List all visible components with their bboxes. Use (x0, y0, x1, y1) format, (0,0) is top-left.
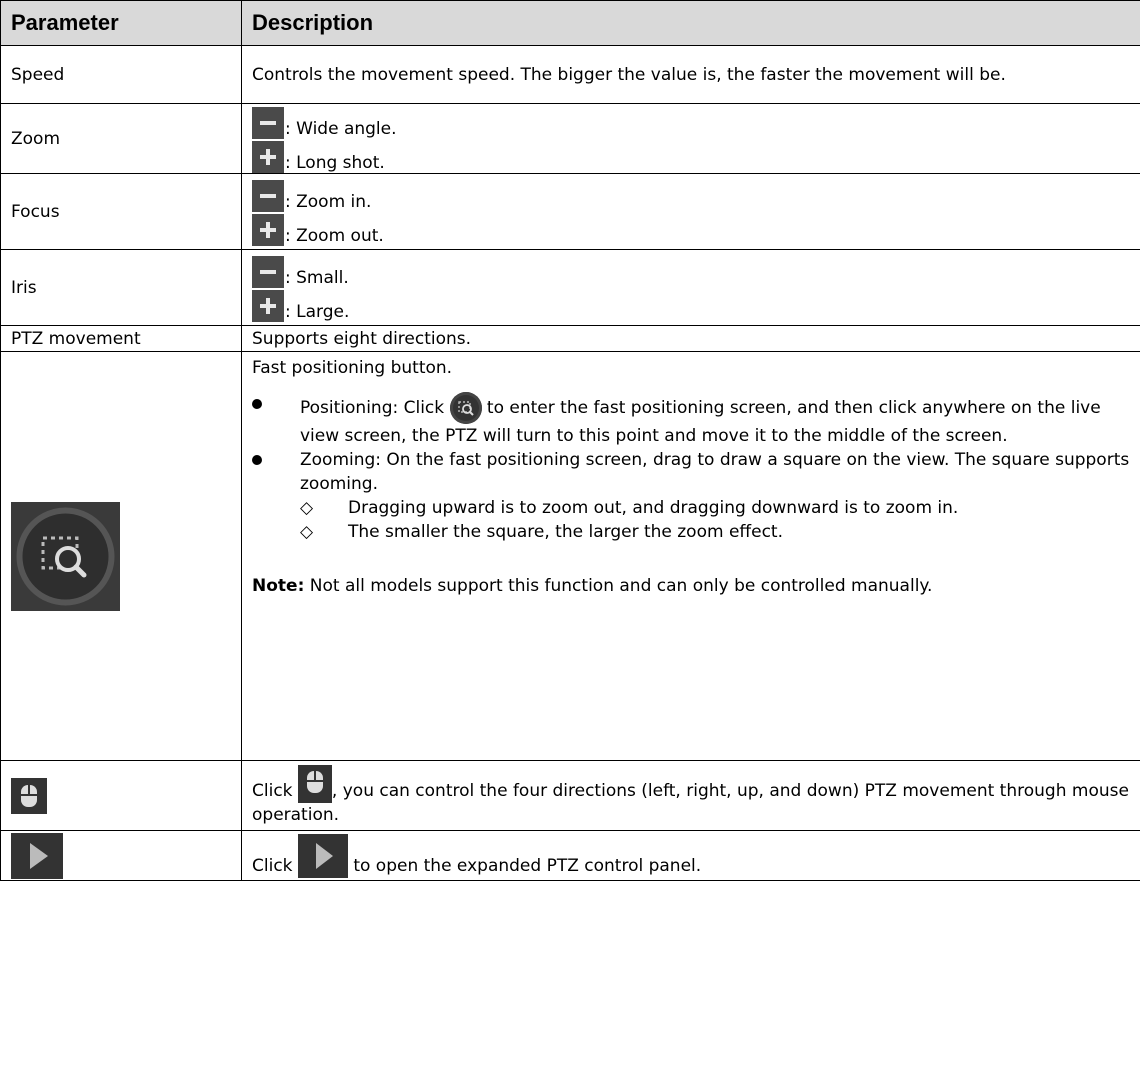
focus-plus-line: : Zoom out. (252, 212, 1132, 246)
param-ptz-movement: PTZ movement (0, 325, 242, 352)
expand-pre: Click (252, 855, 293, 876)
param-speed: Speed (0, 45, 242, 104)
param-fast-positioning (0, 351, 242, 761)
fast-note: Note: Not all models support this functi… (252, 574, 1132, 598)
param-focus: Focus (0, 173, 242, 250)
expand-arrow-icon (11, 832, 63, 879)
zoom-minus-line: : Wide angle. (252, 105, 1132, 139)
table-header-row: Parameter Description (0, 0, 1140, 46)
iris-minus-text: : Small. (285, 267, 349, 288)
plus-icon (252, 140, 284, 173)
diamond-bullet-icon: ◇ (300, 498, 314, 518)
iris-minus-line: : Small. (252, 254, 1132, 288)
zoom-plus-line: : Long shot. (252, 139, 1132, 173)
zooming-text: Zooming: On the fast positioning screen,… (300, 450, 1130, 494)
list-item: ◇ The smaller the square, the larger the… (300, 520, 1132, 544)
param-iris: Iris (0, 249, 242, 326)
sub-item-2: The smaller the square, the larger the z… (348, 522, 783, 542)
minus-icon (252, 106, 284, 139)
iris-plus-line: : Large. (252, 288, 1132, 322)
desc-iris: : Small. : Large. (241, 249, 1140, 326)
fast-positioning-icon (449, 392, 482, 424)
table-row-zoom: Zoom : Wide angle. : Long shot. (0, 103, 1140, 174)
diamond-bullet-icon: ◇ (300, 522, 314, 542)
zoom-minus-text: : Wide angle. (285, 118, 397, 139)
ptz-parameter-table: Parameter Description Speed Controls the… (0, 0, 1140, 881)
note-text: Not all models support this function and… (304, 576, 933, 596)
mouse-post: , you can control the four directions (l… (252, 780, 1129, 825)
header-parameter: Parameter (0, 0, 242, 46)
table-row-speed: Speed Controls the movement speed. The b… (0, 45, 1140, 104)
iris-plus-text: : Large. (285, 301, 350, 322)
param-zoom: Zoom (0, 103, 242, 174)
desc-zoom: : Wide angle. : Long shot. (241, 103, 1140, 174)
table-row-ptz-movement: PTZ movement Supports eight directions. (0, 325, 1140, 352)
table-row-expand: Click to open the expanded PTZ control p… (0, 830, 1140, 881)
mouse-icon (11, 777, 47, 814)
mouse-icon (297, 764, 332, 803)
expand-arrow-icon (297, 833, 348, 878)
bullet-dot-icon (252, 455, 262, 465)
focus-minus-text: : Zoom in. (285, 191, 372, 212)
fast-positioning-icon (11, 501, 120, 611)
table-row-focus: Focus : Zoom in. : Zoom out. (0, 173, 1140, 250)
param-mouse (0, 760, 242, 831)
plus-icon (252, 213, 284, 246)
bullet-dot-icon (252, 399, 262, 409)
plus-icon (252, 289, 284, 322)
desc-focus: : Zoom in. : Zoom out. (241, 173, 1140, 250)
desc-speed: Controls the movement speed. The bigger … (241, 45, 1140, 104)
table-row-iris: Iris : Small. : Large. (0, 249, 1140, 326)
focus-plus-text: : Zoom out. (285, 225, 384, 246)
table-row-mouse: Click , you can control the four directi… (0, 760, 1140, 831)
desc-ptz-movement: Supports eight directions. (241, 325, 1140, 352)
fast-bullet-list: Positioning: Click to enter the fast pos… (252, 392, 1132, 544)
positioning-pre: Positioning: Click (300, 398, 445, 418)
zoom-plus-text: : Long shot. (285, 152, 385, 173)
expand-post: to open the expanded PTZ control panel. (347, 855, 702, 876)
table-row-fast-positioning: Fast positioning button. Positioning: Cl… (0, 351, 1140, 761)
mouse-pre: Click (252, 780, 293, 801)
zooming-sub-list: ◇ Dragging upward is to zoom out, and dr… (300, 496, 1132, 544)
desc-mouse: Click , you can control the four directi… (241, 760, 1140, 831)
list-item: Zooming: On the fast positioning screen,… (252, 448, 1132, 544)
note-label: Note: (252, 576, 305, 596)
header-description: Description (241, 0, 1140, 46)
minus-icon (252, 179, 284, 212)
desc-expand: Click to open the expanded PTZ control p… (241, 830, 1140, 881)
sub-item-1: Dragging upward is to zoom out, and drag… (348, 498, 959, 518)
param-expand (0, 830, 242, 881)
fast-intro: Fast positioning button. (252, 358, 453, 378)
minus-icon (252, 255, 284, 288)
focus-minus-line: : Zoom in. (252, 178, 1132, 212)
desc-fast-positioning: Fast positioning button. Positioning: Cl… (241, 351, 1140, 761)
list-item: ◇ Dragging upward is to zoom out, and dr… (300, 496, 1132, 520)
list-item: Positioning: Click to enter the fast pos… (252, 392, 1132, 448)
